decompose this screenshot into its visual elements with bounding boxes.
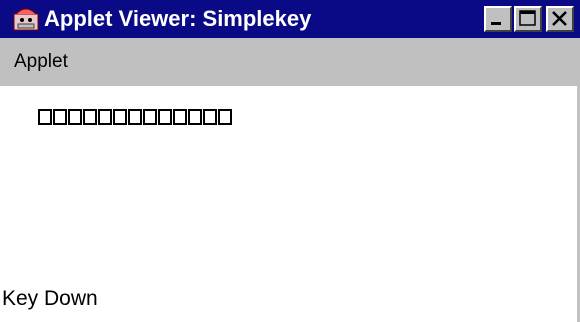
close-icon — [552, 11, 567, 26]
applet-canvas[interactable]: Key Down — [0, 86, 580, 322]
minimize-icon — [491, 22, 501, 25]
title-bar[interactable]: Applet Viewer: Simplekey — [0, 0, 580, 38]
typed-characters — [38, 109, 233, 125]
window-title: Applet Viewer: Simplekey — [44, 6, 312, 31]
glyph-box — [53, 109, 67, 125]
glyph-box — [83, 109, 97, 125]
status-text: Key Down — [2, 287, 98, 310]
glyph-box — [38, 109, 52, 125]
glyph-box — [98, 109, 112, 125]
applet-viewer-window: Applet Viewer: Simplekey Applet Key Down — [0, 0, 580, 322]
maximize-button[interactable] — [514, 6, 542, 32]
glyph-box — [143, 109, 157, 125]
glyph-box — [218, 109, 232, 125]
close-button[interactable] — [546, 6, 574, 32]
maximize-icon — [519, 10, 536, 26]
applet-viewer-icon — [13, 8, 39, 31]
glyph-box — [68, 109, 82, 125]
glyph-box — [158, 109, 172, 125]
glyph-box — [203, 109, 217, 125]
glyph-box — [188, 109, 202, 125]
glyph-box — [113, 109, 127, 125]
menu-applet[interactable]: Applet — [14, 50, 68, 74]
glyph-box — [128, 109, 142, 125]
minimize-button[interactable] — [484, 6, 512, 32]
menu-bar: Applet — [0, 38, 580, 86]
glyph-box — [173, 109, 187, 125]
